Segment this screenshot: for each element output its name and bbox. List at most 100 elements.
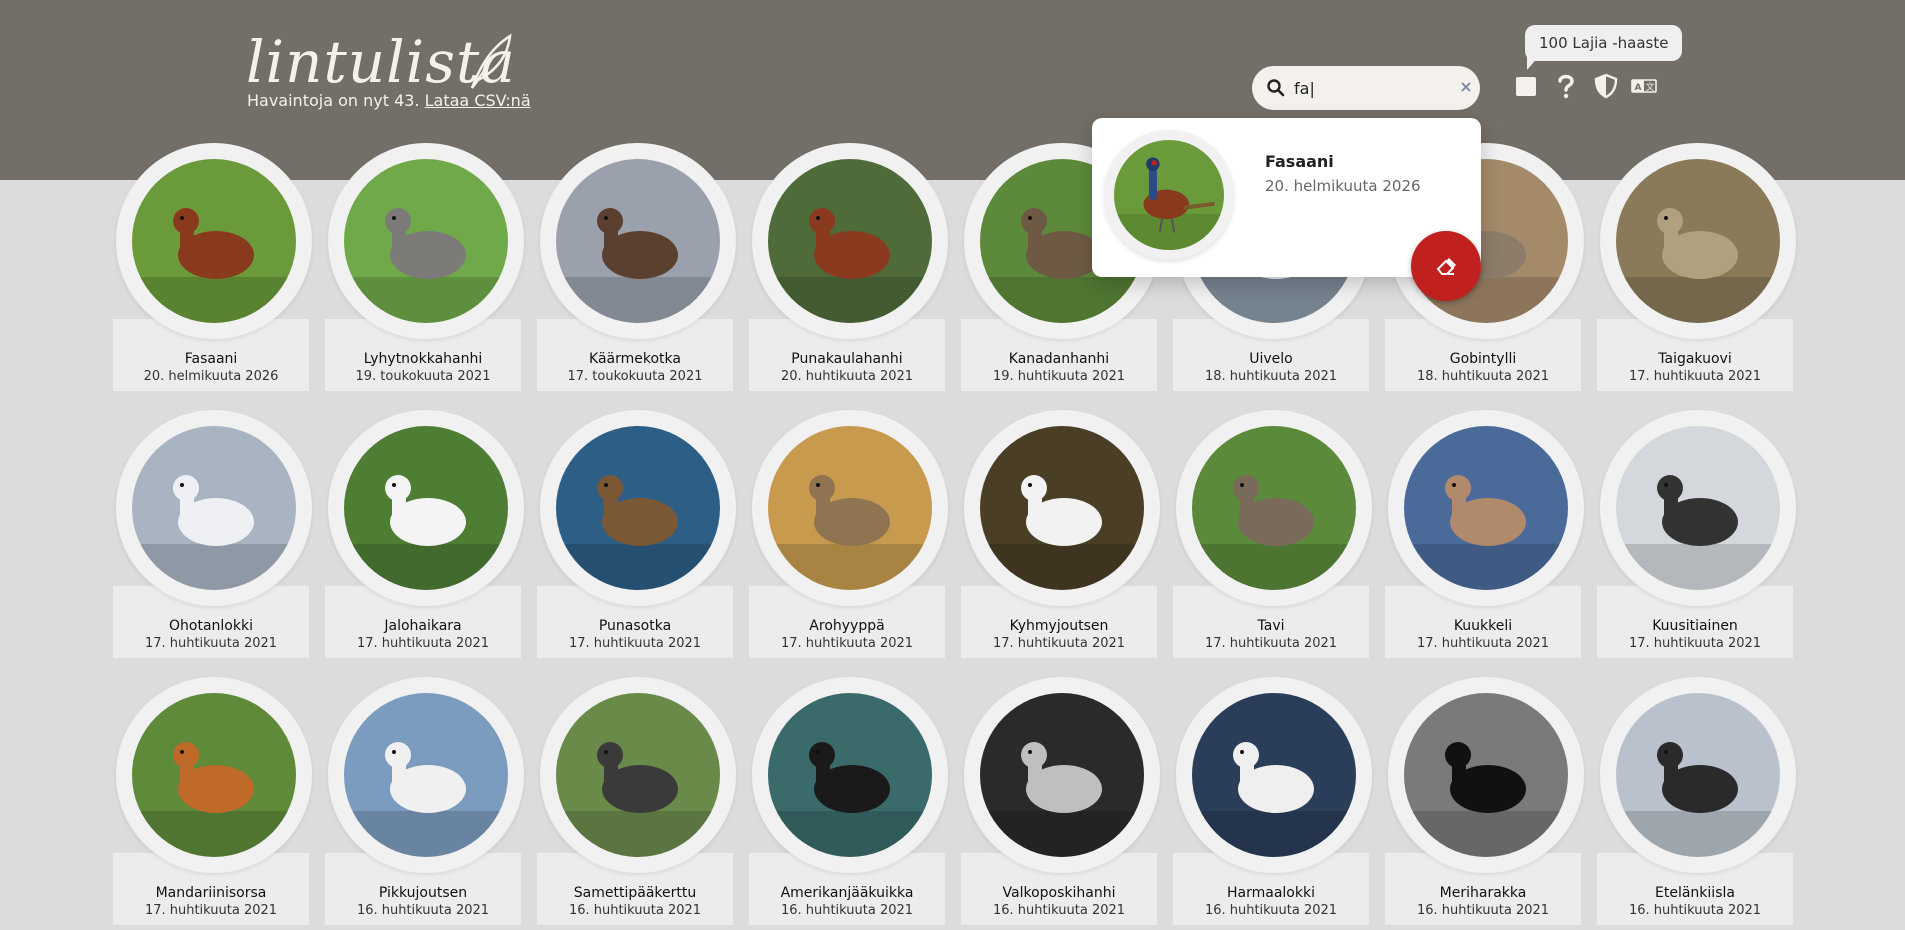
bird-name: Gobintylli — [1449, 351, 1517, 367]
bird-card[interactable]: Samettipääkerttu 16. huhtikuuta 2021 — [537, 677, 736, 925]
observation-date: 16. huhtikuuta 2021 — [568, 903, 702, 918]
bird-name: Punasotka — [598, 618, 672, 634]
observation-date: 19. huhtikuuta 2021 — [992, 369, 1126, 384]
bird-thumbnail[interactable] — [540, 677, 736, 873]
bird-name: Käärmekotka — [589, 351, 681, 367]
observation-date: 18. huhtikuuta 2021 — [1416, 369, 1550, 384]
delete-observation-button[interactable] — [1411, 231, 1481, 301]
bird-photo — [1616, 159, 1780, 323]
bird-card[interactable]: Arohyyppä 17. huhtikuuta 2021 — [749, 410, 948, 658]
bird-card[interactable]: Kyhmyjoutsen 17. huhtikuuta 2021 — [961, 410, 1160, 658]
bird-name: Valkoposkihanhi — [1002, 885, 1116, 901]
observation-date: 17. toukokuuta 2021 — [567, 369, 703, 384]
bird-name: Kanadanhanhi — [1008, 351, 1110, 367]
bird-thumbnail[interactable] — [1600, 410, 1796, 606]
bird-thumbnail[interactable] — [1600, 677, 1796, 873]
bird-thumbnail[interactable] — [116, 143, 312, 339]
bird-name: Tavi — [1257, 618, 1285, 634]
bird-thumbnail[interactable] — [1176, 410, 1372, 606]
shield-icon[interactable] — [1592, 72, 1620, 100]
observation-date: 16. huhtikuuta 2021 — [780, 903, 914, 918]
bird-name: Punakaulahanhi — [791, 351, 903, 367]
bird-card[interactable]: Kuusitiainen 17. huhtikuuta 2021 — [1597, 410, 1796, 658]
square-icon[interactable] — [1512, 72, 1540, 100]
bird-card[interactable]: Punasotka 17. huhtikuuta 2021 — [537, 410, 736, 658]
observation-date: 17. huhtikuuta 2021 — [1204, 636, 1338, 651]
bird-thumbnail[interactable] — [752, 143, 948, 339]
translate-icon[interactable]: A文 — [1630, 72, 1658, 100]
observation-date: 16. huhtikuuta 2021 — [1204, 903, 1338, 918]
svg-text:文: 文 — [1645, 81, 1654, 93]
popup-thumbnail[interactable] — [1104, 130, 1234, 260]
bird-thumbnail[interactable] — [1388, 410, 1584, 606]
bird-card[interactable]: Jalohaikara 17. huhtikuuta 2021 — [325, 410, 524, 658]
observation-date: 17. huhtikuuta 2021 — [1416, 636, 1550, 651]
bird-card[interactable]: Tavi 17. huhtikuuta 2021 — [1173, 410, 1372, 658]
observation-date: 19. toukokuuta 2021 — [355, 369, 491, 384]
bird-photo — [344, 693, 508, 857]
bird-thumbnail[interactable] — [328, 410, 524, 606]
search-box: × — [1252, 66, 1480, 110]
bird-card[interactable]: Amerikanjääkuikka 16. huhtikuuta 2021 — [749, 677, 948, 925]
bird-photo — [556, 693, 720, 857]
bird-card[interactable]: Taigakuovi 17. huhtikuuta 2021 — [1597, 143, 1796, 391]
bird-thumbnail[interactable] — [1176, 677, 1372, 873]
site-logo[interactable]: lintulista — [246, 30, 516, 94]
bird-name: Meriharakka — [1439, 885, 1527, 901]
bird-thumbnail[interactable] — [116, 677, 312, 873]
bird-card[interactable]: Pikkujoutsen 16. huhtikuuta 2021 — [325, 677, 524, 925]
clear-search-icon[interactable]: × — [1458, 79, 1474, 95]
popup-bird-name: Fasaani — [1265, 152, 1334, 171]
bird-thumbnail[interactable] — [328, 143, 524, 339]
bird-photo — [1616, 693, 1780, 857]
bird-thumbnail[interactable] — [540, 410, 736, 606]
bird-thumbnail[interactable] — [752, 677, 948, 873]
observation-date: 16. huhtikuuta 2021 — [992, 903, 1126, 918]
bird-photo — [556, 426, 720, 590]
bird-thumbnail[interactable] — [540, 143, 736, 339]
bird-thumbnail[interactable] — [1600, 143, 1796, 339]
bird-thumbnail[interactable] — [328, 677, 524, 873]
observation-count-text: Havaintoja on nyt 43. — [247, 91, 420, 110]
csv-download-link[interactable]: Lataa CSV:nä — [425, 91, 531, 110]
bird-thumbnail[interactable] — [752, 410, 948, 606]
bird-card[interactable]: Mandariinisorsa 17. huhtikuuta 2021 — [113, 677, 312, 925]
bird-photo — [556, 159, 720, 323]
popup-observation-date: 20. helmikuuta 2026 — [1265, 177, 1421, 195]
bird-photo — [132, 159, 296, 323]
observation-date: 16. huhtikuuta 2021 — [1628, 903, 1762, 918]
challenge-tooltip: 100 Lajia -haaste — [1525, 25, 1683, 61]
observation-count: Havaintoja on nyt 43. Lataa CSV:nä — [247, 91, 531, 110]
bird-thumbnail[interactable] — [964, 410, 1160, 606]
observation-date: 17. huhtikuuta 2021 — [1628, 636, 1762, 651]
tooltip-tail — [1527, 56, 1539, 70]
bird-thumbnail[interactable] — [964, 677, 1160, 873]
bird-thumbnail[interactable] — [116, 410, 312, 606]
bird-card[interactable]: Punakaulahanhi 20. huhtikuuta 2021 — [749, 143, 948, 391]
observation-date: 18. huhtikuuta 2021 — [1204, 369, 1338, 384]
bird-card[interactable]: Etelänkiisla 16. huhtikuuta 2021 — [1597, 677, 1796, 925]
bird-card[interactable]: Käärmekotka 17. toukokuuta 2021 — [537, 143, 736, 391]
bird-card[interactable]: Harmaalokki 16. huhtikuuta 2021 — [1173, 677, 1372, 925]
bird-thumbnail[interactable] — [1388, 677, 1584, 873]
bird-card[interactable]: Lyhytnokkahanhi 19. toukokuuta 2021 — [325, 143, 524, 391]
bird-card[interactable]: Meriharakka 16. huhtikuuta 2021 — [1385, 677, 1584, 925]
feather-icon — [470, 33, 512, 89]
observation-date: 17. huhtikuuta 2021 — [356, 636, 490, 651]
bird-card[interactable]: Fasaani 20. helmikuuta 2026 — [113, 143, 312, 391]
bird-name: Fasaani — [184, 351, 238, 367]
bird-photo — [1404, 693, 1568, 857]
bird-card[interactable]: Valkoposkihanhi 16. huhtikuuta 2021 — [961, 677, 1160, 925]
bird-name: Amerikanjääkuikka — [780, 885, 914, 901]
bird-photo — [980, 693, 1144, 857]
eraser-icon — [1436, 258, 1456, 275]
bird-photo — [768, 693, 932, 857]
bird-photo — [132, 693, 296, 857]
bird-card[interactable]: Ohotanlokki 17. huhtikuuta 2021 — [113, 410, 312, 658]
search-result-popup: Fasaani 20. helmikuuta 2026 — [1092, 118, 1481, 301]
bird-photo — [1616, 426, 1780, 590]
help-icon[interactable] — [1552, 72, 1580, 100]
search-input[interactable] — [1294, 76, 1444, 100]
bird-card[interactable]: Kuukkeli 17. huhtikuuta 2021 — [1385, 410, 1584, 658]
bird-photo — [980, 426, 1144, 590]
